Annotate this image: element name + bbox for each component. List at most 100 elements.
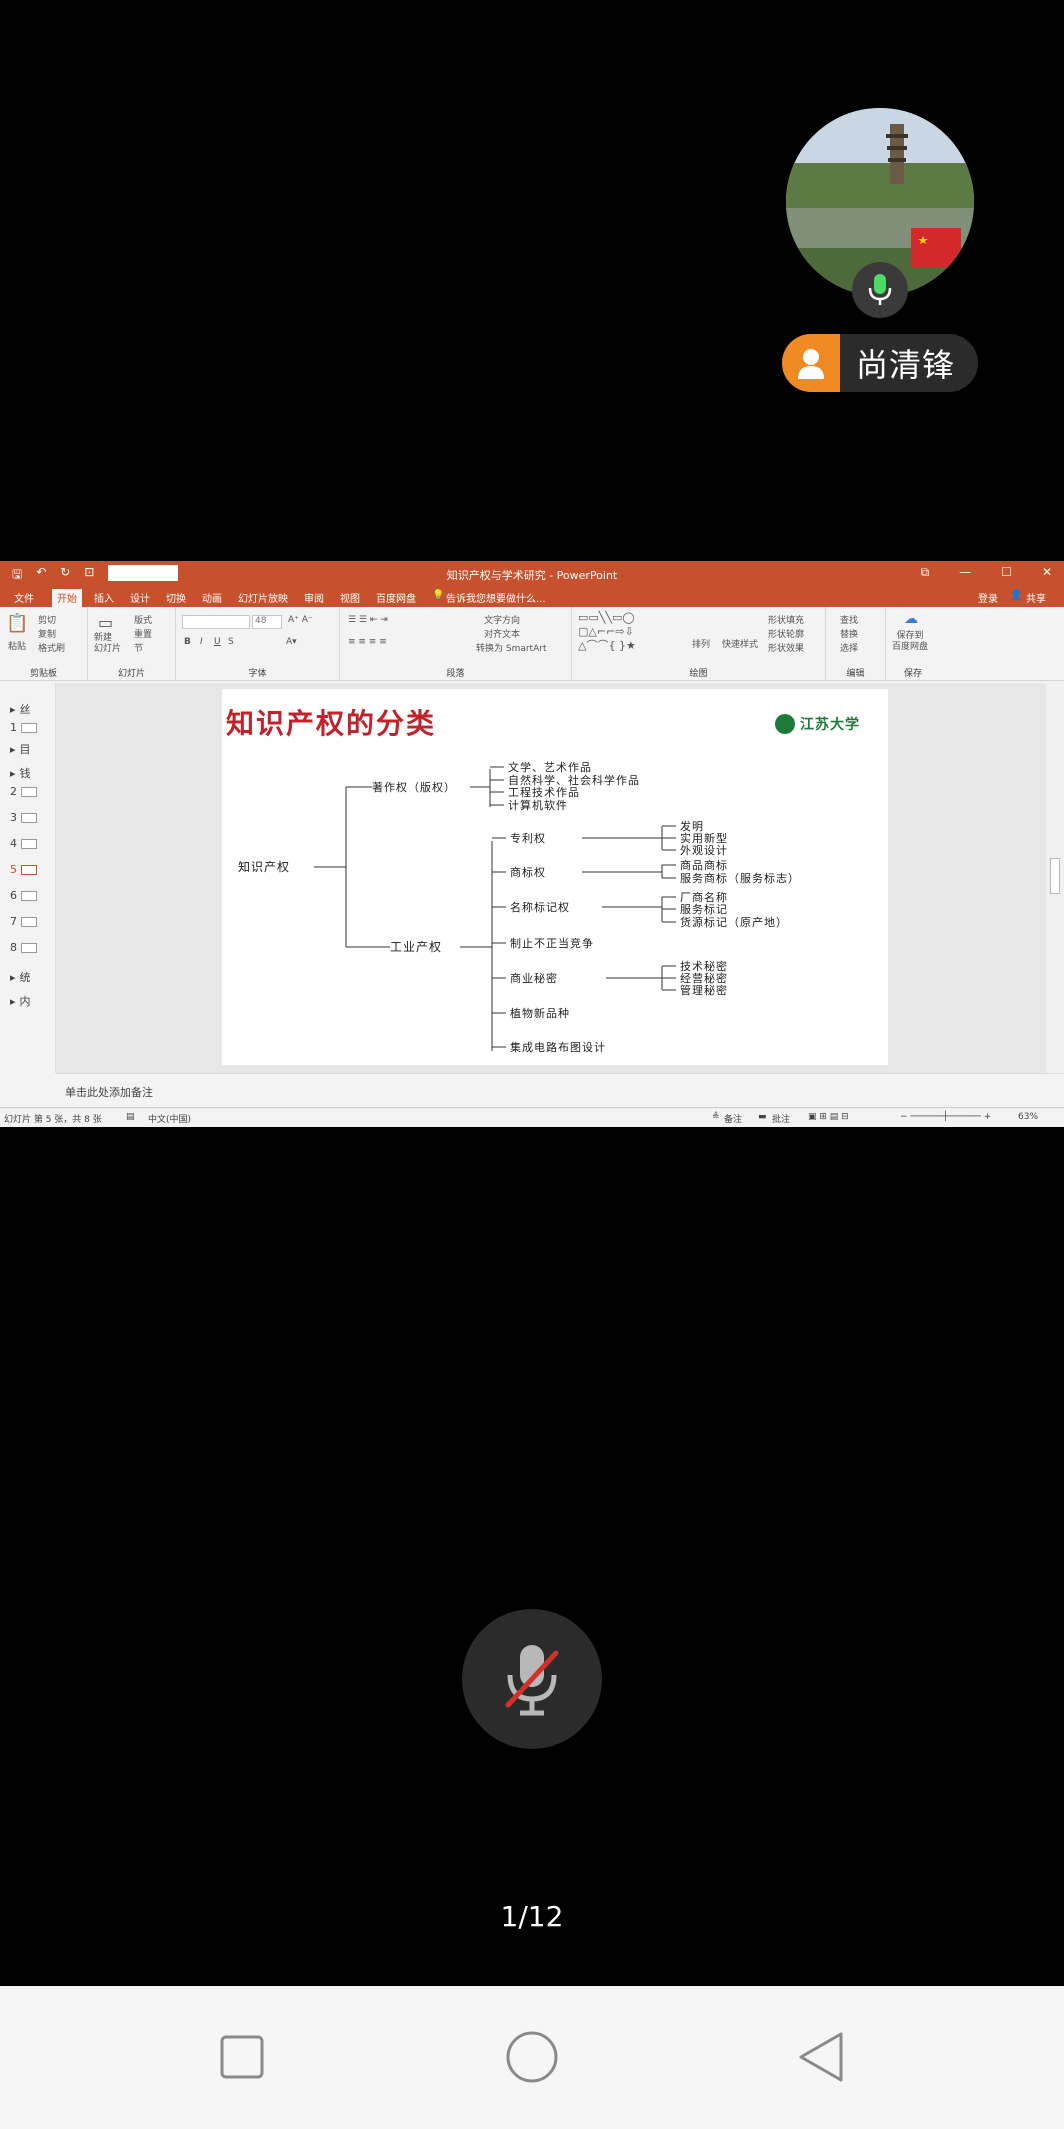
slide-thumbnail[interactable]: 6 bbox=[10, 889, 37, 902]
notes-pane[interactable]: 单击此处添加备注 bbox=[56, 1073, 1064, 1103]
replace-button[interactable]: 替换 bbox=[840, 627, 858, 640]
tab-transitions[interactable]: 切换 bbox=[166, 590, 186, 605]
reset-button[interactable]: 重置 bbox=[134, 627, 152, 640]
login-link[interactable]: 登录 bbox=[978, 590, 998, 605]
tab-slideshow[interactable]: 幻灯片放映 bbox=[238, 590, 288, 605]
paste-icon[interactable]: 📋 bbox=[6, 613, 28, 634]
strikethrough-button[interactable]: S bbox=[228, 637, 234, 647]
mute-toggle-button[interactable] bbox=[462, 1609, 602, 1749]
bullets-icon[interactable]: ☰ ☰ ⇤ ⇥ bbox=[348, 615, 388, 625]
tab-insert[interactable]: 插入 bbox=[94, 590, 114, 605]
layout-button[interactable]: 版式 bbox=[134, 613, 152, 626]
notes-toggle-icon[interactable]: ≜ bbox=[712, 1112, 720, 1122]
share-button[interactable]: 共享 bbox=[1026, 590, 1046, 605]
paragraph-group: ☰ ☰ ⇤ ⇥ ≡ ≡ ≡ ≡ 文字方向 对齐文本 转换为 SmartArt 段… bbox=[340, 607, 572, 681]
ribbon-options-icon[interactable]: ⧉ bbox=[921, 565, 930, 580]
tab-home[interactable]: 开始 bbox=[52, 589, 82, 607]
ppt-ribbon: 📋 粘贴 剪切 复制 格式刷 剪贴板 ▭ 新建 幻灯片 版式 重置 节 幻灯片 … bbox=[0, 607, 1064, 681]
participant-mic-icon bbox=[852, 262, 908, 318]
thumbnail-number: 6 bbox=[10, 889, 17, 902]
paste-button[interactable]: 粘贴 bbox=[8, 639, 26, 652]
patent-item: 实用新型 bbox=[680, 831, 728, 845]
font-label: 字体 bbox=[248, 669, 267, 679]
slide-thumbnail[interactable]: 2 bbox=[10, 785, 37, 798]
section-button[interactable]: 节 bbox=[134, 641, 143, 654]
font-grow-icon[interactable]: A⁺ A⁻ bbox=[288, 615, 313, 625]
slide-thumbnail[interactable]: 1 bbox=[10, 721, 37, 734]
zoom-level[interactable]: 63% bbox=[1018, 1112, 1038, 1122]
view-buttons[interactable]: ▣ ⊞ ▤ ⊟ bbox=[808, 1112, 849, 1122]
tab-baidu-netdisk[interactable]: 百度网盘 bbox=[376, 590, 416, 605]
slides-label: 幻灯片 bbox=[117, 669, 145, 679]
zoom-slider[interactable]: − ──────┼────── + bbox=[900, 1112, 991, 1122]
convert-smartart-button[interactable]: 转换为 SmartArt bbox=[476, 641, 546, 654]
slide-thumbnail[interactable]: ▸ 丝 bbox=[10, 701, 31, 717]
name-mark-item: 货源标记（原产地） bbox=[680, 915, 788, 929]
text-direction-button[interactable]: 文字方向 bbox=[484, 613, 520, 626]
font-name-box[interactable] bbox=[182, 615, 250, 629]
spellcheck-icon[interactable]: ▤ bbox=[126, 1112, 135, 1122]
notes-toggle[interactable]: 备注 bbox=[724, 1112, 742, 1125]
comments-icon[interactable]: ▬ bbox=[758, 1112, 767, 1122]
format-painter-button[interactable]: 格式刷 bbox=[38, 641, 65, 654]
square-icon bbox=[220, 2035, 264, 2079]
home-button[interactable] bbox=[499, 2024, 565, 2090]
thumbnail-number: 8 bbox=[10, 941, 17, 954]
thumbnail-number: ▸ bbox=[10, 970, 16, 984]
shared-screen-powerpoint: 🖫 ↶ ↻ ⊡ 知识产权与学术研究 - PowerPoint ⧉ — ☐ ✕ 文… bbox=[0, 561, 1064, 1127]
recents-button[interactable] bbox=[209, 2024, 275, 2090]
shape-effects-button[interactable]: 形状效果 bbox=[768, 641, 804, 654]
font-size-box[interactable]: 48 bbox=[252, 615, 282, 629]
thumbnail-number: 5 bbox=[10, 863, 17, 876]
slide-thumbnail[interactable]: ▸ 钱 bbox=[10, 765, 31, 781]
slide-thumbnail[interactable]: 7 bbox=[10, 915, 37, 928]
slide-thumbnail[interactable]: 4 bbox=[10, 837, 37, 850]
comments-toggle[interactable]: 批注 bbox=[772, 1112, 790, 1125]
font-color-button[interactable]: A▾ bbox=[286, 637, 297, 647]
cut-button[interactable]: 剪切 bbox=[38, 613, 56, 626]
back-button[interactable] bbox=[788, 2024, 854, 2090]
slide-thumbnail[interactable]: ▸ 内 bbox=[10, 993, 31, 1009]
university-logo-text: 江苏大学 bbox=[800, 716, 860, 733]
new-slide-icon[interactable]: ▭ bbox=[98, 613, 113, 632]
find-button[interactable]: 查找 bbox=[840, 613, 858, 626]
tab-design[interactable]: 设计 bbox=[130, 590, 150, 605]
arrange-button[interactable]: 排列 bbox=[692, 637, 710, 650]
tab-review[interactable]: 审阅 bbox=[304, 590, 324, 605]
italic-button[interactable]: I bbox=[200, 637, 203, 647]
bold-button[interactable]: B bbox=[184, 637, 191, 647]
thumbnail-number: ▸ bbox=[10, 994, 16, 1008]
share-user-icon: 👤 bbox=[1010, 590, 1023, 601]
underline-button[interactable]: U bbox=[214, 637, 221, 647]
slide-thumbnail[interactable]: ▸ 目 bbox=[10, 741, 31, 757]
close-icon[interactable]: ✕ bbox=[1042, 565, 1052, 580]
align-text-button[interactable]: 对齐文本 bbox=[484, 627, 520, 640]
align-icons[interactable]: ≡ ≡ ≡ ≡ bbox=[348, 637, 387, 647]
language-indicator[interactable]: 中文(中国) bbox=[148, 1112, 191, 1125]
slide-canvas: 知识产权的分类 江苏大学知识产权 著作权（版权） 工业产权 文学、艺术作品自然科学、社会… bbox=[226, 707, 860, 1054]
slide-thumbnail[interactable]: 8 bbox=[10, 941, 37, 954]
copyright-item: 文学、艺术作品 bbox=[508, 760, 592, 774]
current-slide[interactable]: 知识产权的分类 江苏大学 知识产权 著作权（版权） 工业产权 文学、艺术作品 自然科学、社会… bbox=[222, 689, 888, 1065]
shape-fill-button[interactable]: 形状填充 bbox=[768, 613, 804, 626]
slide-thumbnail[interactable]: ▸ 统 bbox=[10, 969, 31, 985]
slide-position: 幻灯片 第 5 张，共 8 张 bbox=[4, 1115, 102, 1125]
new-slide-button[interactable]: 新建 幻灯片 bbox=[94, 633, 121, 655]
tab-animations[interactable]: 动画 bbox=[202, 590, 222, 605]
minimize-icon[interactable]: — bbox=[959, 565, 971, 580]
shapes-gallery[interactable]: ▭▭╲╲▭◯ ▢△⌐⌐⇨⇩ △⌒⌒{ }★ bbox=[578, 611, 636, 653]
select-button[interactable]: 选择 bbox=[840, 641, 858, 654]
shape-outline-button[interactable]: 形状轮廓 bbox=[768, 627, 804, 640]
slide-thumbnail[interactable]: 5 bbox=[10, 863, 37, 876]
slide-thumbnail[interactable]: 3 bbox=[10, 811, 37, 824]
industrial-item: 商业秘密 bbox=[510, 971, 558, 985]
tell-me-box[interactable]: 告诉我您想要做什么... bbox=[446, 590, 546, 605]
copy-button[interactable]: 复制 bbox=[38, 627, 56, 640]
maximize-icon[interactable]: ☐ bbox=[1001, 565, 1012, 580]
save-to-baidu-button[interactable]: 保存到 百度网盘 bbox=[892, 631, 928, 653]
quick-styles-button[interactable]: 快速样式 bbox=[722, 637, 758, 650]
vertical-scrollbar[interactable] bbox=[1046, 683, 1064, 1073]
tab-view[interactable]: 视图 bbox=[340, 590, 360, 605]
tab-file[interactable]: 文件 bbox=[14, 590, 34, 605]
window-title: 知识产权与学术研究 - PowerPoint bbox=[446, 569, 618, 582]
